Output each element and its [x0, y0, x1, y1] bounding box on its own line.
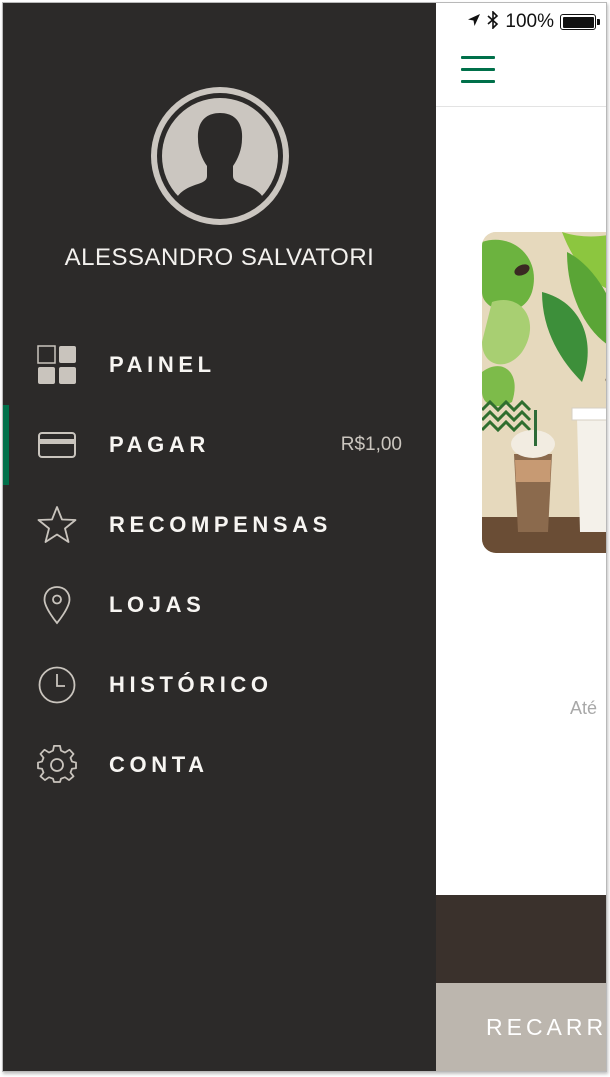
bluetooth-icon [487, 9, 499, 34]
menu-label-pagar: PAGAR [109, 432, 210, 457]
recharge-button[interactable]: RECARR [436, 983, 606, 1071]
active-indicator [3, 405, 9, 485]
battery-icon [560, 14, 600, 30]
menu-label-historico: HISTÓRICO [109, 672, 273, 697]
starbucks-card-image[interactable] [482, 232, 606, 553]
menu-item-lojas[interactable]: LOJAS [3, 565, 436, 645]
clock-icon [37, 665, 77, 705]
menu-item-pagar[interactable]: PAGAR R$1,00 [3, 405, 436, 485]
menu-item-recompensas[interactable]: RECOMPENSAS [3, 485, 436, 565]
nav-bar [436, 41, 606, 107]
user-name: ALESSANDRO SALVATORI [64, 244, 375, 271]
balance-value: R$1,00 [340, 434, 402, 455]
battery-percent: 100% [505, 11, 554, 32]
user-avatar-icon [151, 87, 289, 225]
recharge-label: RECARR [486, 1013, 607, 1040]
menu-item-historico[interactable]: HISTÓRICO [3, 645, 436, 725]
menu-label-recompensas: RECOMPENSAS [109, 512, 332, 537]
location-pin-icon [37, 585, 77, 625]
dashboard-grid-icon [37, 345, 77, 385]
card-caption: Até [570, 698, 598, 718]
gear-icon [37, 745, 77, 785]
drawer-menu: PAINEL PAGAR R$1,00 RECOMPENSAS LOJAS HI… [3, 325, 436, 805]
menu-label-conta: CONTA [109, 752, 209, 777]
menu-label-painel: PAINEL [109, 352, 216, 377]
location-arrow-icon [467, 13, 481, 32]
dark-band [436, 895, 606, 983]
main-content: 100% Até RECARR [436, 3, 606, 1071]
credit-card-icon [37, 425, 77, 465]
side-drawer: ALESSANDRO SALVATORI PAINEL PAGAR R$1,00… [3, 3, 436, 1071]
menu-item-painel[interactable]: PAINEL [3, 325, 436, 405]
avatar[interactable] [147, 83, 293, 229]
hamburger-menu-icon[interactable] [461, 56, 495, 84]
star-icon [37, 505, 77, 545]
menu-item-conta[interactable]: CONTA [3, 725, 436, 805]
app-frame: ALESSANDRO SALVATORI PAINEL PAGAR R$1,00… [2, 2, 607, 1072]
status-bar: 100% [436, 3, 606, 41]
menu-label-lojas: LOJAS [109, 592, 206, 617]
